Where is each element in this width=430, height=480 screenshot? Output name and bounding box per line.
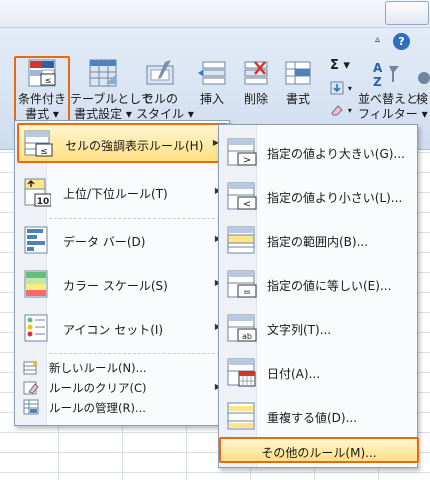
conditional-format-icon: ≤ xyxy=(28,59,56,87)
menu-separator xyxy=(49,218,225,219)
delete-cells-icon xyxy=(244,61,268,85)
submenu-item-label: 日付(A)... xyxy=(267,367,321,381)
more-rules-label: その他のルール(M)... xyxy=(261,446,377,460)
top10-glyph: 10 xyxy=(37,197,50,207)
greater-than-icon: > xyxy=(227,138,257,166)
manage-rules-icon xyxy=(23,399,39,415)
submenu-item-equal-to[interactable]: = 指定の値に等しい(E)... xyxy=(221,265,417,305)
submenu-item-label: 指定の範囲内(B)... xyxy=(267,235,369,249)
menu-item-label: ルールのクリア(C) xyxy=(49,381,147,395)
title-strip xyxy=(0,0,430,28)
submenu-item-less-than[interactable]: < 指定の値より小さい(L)... xyxy=(221,177,417,217)
menu-item-manage-rules[interactable]: ルールの管理(R)... xyxy=(17,397,229,417)
sort-filter-label-1: 並べ替えと xyxy=(358,92,419,106)
top-bottom-icon: 10 xyxy=(24,178,51,207)
duplicate-values-icon xyxy=(227,402,255,430)
new-rule-icon xyxy=(23,360,38,375)
help-icon[interactable]: ? xyxy=(393,33,410,50)
conditional-format-button[interactable]: ≤ 条件付き 書式 ▾ xyxy=(16,58,68,122)
format-as-table-label-1: テーブルとして xyxy=(70,92,153,106)
window-control-button[interactable] xyxy=(385,1,429,25)
format-label: 書式 xyxy=(285,92,310,106)
greater-glyph: > xyxy=(243,155,251,166)
svg-text:A: A xyxy=(373,61,383,75)
submenu-item-label: 指定の値より大きい(G)... xyxy=(267,147,405,161)
text-glyph: ab xyxy=(242,332,252,341)
between-icon xyxy=(227,226,255,254)
menu-item-label: 新しいルール(N)... xyxy=(49,361,147,375)
submenu-item-duplicate-values[interactable]: 重複する値(D)... xyxy=(221,397,417,437)
svg-text:≤: ≤ xyxy=(45,76,52,85)
data-bars-icon xyxy=(24,226,48,254)
minimize-ribbon-icon[interactable]: ▵ xyxy=(375,34,380,45)
clear-dropdown-icon: ▾ xyxy=(347,106,352,115)
eraser-icon xyxy=(331,104,343,115)
format-as-table-button[interactable]: テーブルとして 書式設定 ▾ xyxy=(70,58,153,122)
menu-item-label: カラー スケール(S) xyxy=(63,279,168,293)
cell-styles-icon xyxy=(146,60,174,85)
menu-item-label: アイコン セット(I) xyxy=(63,323,164,337)
autosum-button[interactable]: Σ ▾ xyxy=(330,58,358,73)
equal-glyph: = xyxy=(243,287,251,298)
clear-rules-icon xyxy=(23,381,39,395)
sort-filter-label-2: フィルター ▾ xyxy=(358,107,428,121)
menu-item-data-bars[interactable]: データ バー(D) ▶ xyxy=(17,221,229,261)
less-than-icon: < xyxy=(227,182,257,210)
menu-item-label: 上位/下位ルール(T) xyxy=(63,187,168,201)
menu-item-label: ルールの管理(R)... xyxy=(49,401,146,415)
submenu-item-date-occurring[interactable]: 日付(A)... xyxy=(221,353,417,393)
submenu-item-text-contains[interactable]: ab 文字列(T)... xyxy=(221,309,417,349)
submenu-item-label: 重複する値(D)... xyxy=(267,411,358,425)
menu-separator xyxy=(49,353,225,354)
find-select-label: 検 xyxy=(416,92,429,106)
menu-item-label: セルの強調表示ルール(H) xyxy=(65,139,204,153)
clear-button[interactable]: ▾ xyxy=(330,102,358,117)
cell-styles-button[interactable]: セルの スタイル ▾ xyxy=(136,58,194,122)
format-cells-icon xyxy=(285,61,311,85)
fill-dropdown-icon: ▾ xyxy=(347,84,352,93)
icon-sets-icon xyxy=(24,314,48,342)
format-as-table-icon xyxy=(89,59,117,87)
menu-item-highlight-cells-rules[interactable]: ≤ セルの強調表示ルール(H) ▶ xyxy=(17,123,229,163)
format-button[interactable]: 書式 xyxy=(278,58,318,107)
conditional-format-menu: ≤ セルの強調表示ルール(H) ▶ 10 上位/下位ルール(T) ▶ データ バ… xyxy=(14,120,230,426)
cell-styles-label-1: セルの xyxy=(141,92,178,106)
delete-label: 削除 xyxy=(243,92,268,106)
equal-to-icon: = xyxy=(227,270,257,298)
less-equal-glyph: ≤ xyxy=(40,147,48,157)
insert-label: 挿入 xyxy=(199,92,224,106)
menu-item-icon-sets[interactable]: アイコン セット(I) ▶ xyxy=(17,309,229,349)
fill-down-icon xyxy=(330,81,344,94)
menu-item-color-scales[interactable]: カラー スケール(S) ▶ xyxy=(17,265,229,305)
menu-item-label: データ バー(D) xyxy=(63,235,146,249)
submenu-item-more-rules[interactable]: その他のルール(M)... xyxy=(219,437,419,463)
insert-button[interactable]: 挿入 xyxy=(190,58,234,107)
submenu-item-between[interactable]: 指定の範囲内(B)... xyxy=(221,221,417,261)
menu-item-new-rule[interactable]: 新しいルール(N)... xyxy=(17,357,229,377)
submenu-item-greater-than[interactable]: > 指定の値より大きい(G)... xyxy=(221,133,417,173)
sort-filter-button[interactable]: A Z 並べ替えと フィルター ▾ xyxy=(358,58,428,122)
date-icon xyxy=(227,358,256,387)
highlight-cells-submenu: > 指定の値より大きい(G)... < 指定の値より小さい(L)... 指定の範… xyxy=(218,124,419,468)
submenu-item-label: 指定の値より小さい(L)... xyxy=(267,191,403,205)
menu-item-top-bottom-rules[interactable]: 10 上位/下位ルール(T) ▶ xyxy=(17,173,229,213)
highlight-cells-icon: ≤ xyxy=(24,130,53,157)
sort-filter-icon: A Z xyxy=(373,61,399,88)
find-select-button[interactable]: 検 xyxy=(416,58,430,107)
submenu-item-label: 文字列(T)... xyxy=(267,323,332,337)
menu-item-clear-rules[interactable]: ルールのクリア(C) ▶ xyxy=(17,377,229,397)
less-glyph: < xyxy=(243,199,251,210)
insert-cells-icon xyxy=(198,61,226,85)
submenu-item-label: 指定の値に等しい(E)... xyxy=(267,279,392,293)
autosum-icon: Σ ▾ xyxy=(330,58,350,73)
svg-text:Z: Z xyxy=(373,75,382,88)
text-contains-icon: ab xyxy=(227,314,257,342)
fill-button[interactable]: ▾ xyxy=(330,80,358,95)
conditional-format-label-1: 条件付き xyxy=(17,92,66,106)
delete-button[interactable]: 削除 xyxy=(236,58,276,107)
binoculars-icon xyxy=(418,72,430,84)
color-scales-icon xyxy=(24,270,48,298)
